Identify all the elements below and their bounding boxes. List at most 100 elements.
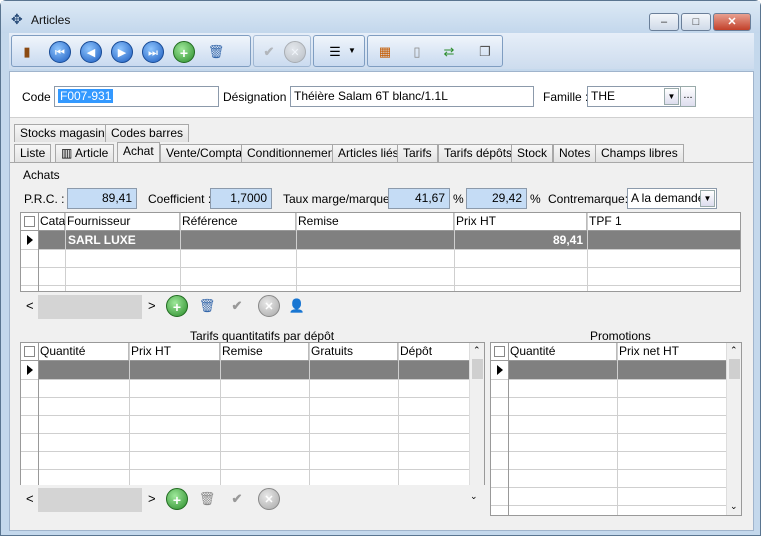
validate-icon[interactable]: ✔	[228, 296, 246, 316]
previous-record-icon[interactable]: ◀	[80, 41, 102, 63]
maximize-button[interactable]: □	[681, 13, 711, 31]
add-icon[interactable]: +	[173, 41, 195, 63]
scroll-up-icon[interactable]: ⌃	[730, 345, 738, 356]
tab-article[interactable]: ▥ Article	[55, 144, 115, 162]
cancel-icon[interactable]: ✕	[258, 488, 280, 510]
nav-scroll-area[interactable]	[38, 488, 142, 512]
column-header[interactable]: Prix HT	[454, 213, 587, 230]
validate-icon[interactable]: ✔	[228, 489, 246, 509]
chevron-down-icon[interactable]: ▼	[664, 88, 679, 105]
chevron-down-icon[interactable]: ▼	[700, 190, 715, 207]
row-indicator-icon	[27, 365, 33, 375]
designation-label: Désignation :	[223, 90, 294, 104]
chevron-down-icon[interactable]: ▼	[348, 46, 356, 55]
taux-marge-field[interactable]: 41,67	[388, 188, 450, 209]
tab-articles-lies[interactable]: Articles liés	[332, 144, 405, 162]
promotions-vertical-scrollbar[interactable]: ⌃ ⌄	[726, 343, 741, 515]
print-toolbar-group: ☰ ▼	[313, 35, 365, 67]
first-record-icon[interactable]: ⏮	[49, 41, 71, 63]
next-record-icon[interactable]: ▶	[111, 41, 133, 63]
column-header[interactable]: TPF 1	[587, 213, 740, 230]
column-header[interactable]: Quantité	[38, 343, 129, 360]
column-header[interactable]: Remise	[220, 343, 309, 360]
coefficient-label: Coefficient :	[148, 192, 212, 206]
nav-prev-arrow[interactable]: <	[26, 491, 34, 506]
nav-prev-arrow[interactable]: <	[26, 298, 34, 313]
supplier-user-icon[interactable]: 👤	[288, 296, 306, 316]
column-header[interactable]: Quantité	[508, 343, 617, 360]
tab-stocks-magasins[interactable]: Stocks magasins	[14, 124, 117, 142]
column-header[interactable]: Référence	[180, 213, 296, 230]
tab-achat[interactable]: Achat	[117, 142, 160, 162]
document-icon[interactable]: ▯	[408, 42, 426, 62]
scroll-thumb[interactable]	[729, 359, 740, 379]
code-label: Code :	[22, 90, 58, 104]
nav-next-arrow[interactable]: >	[148, 298, 156, 313]
close-button[interactable]: ✕	[713, 13, 751, 31]
cancel-icon[interactable]: ✕	[258, 295, 280, 317]
column-header[interactable]: Prix HT	[129, 343, 220, 360]
row-indicator-icon	[497, 365, 503, 375]
add-icon[interactable]: +	[166, 488, 188, 510]
prc-field[interactable]: 89,41	[67, 188, 137, 209]
column-header[interactable]: Remise	[296, 213, 454, 230]
scroll-down-icon[interactable]: ⌄	[730, 501, 738, 512]
delete-icon[interactable]: 🗑	[198, 489, 216, 509]
title-bar: ✥ Articles – □ ✕	[1, 1, 760, 33]
designation-field[interactable]: Théière Salam 6T blanc/1.1L	[290, 86, 534, 107]
nav-next-arrow[interactable]: >	[148, 491, 156, 506]
famille-more-button[interactable]: ...	[680, 86, 696, 107]
scroll-down-icon[interactable]: ⌄	[470, 491, 478, 502]
tab-conditionnement[interactable]: Conditionnement	[241, 144, 344, 162]
select-all-checkbox[interactable]	[24, 216, 35, 227]
tab-stock[interactable]: Stock	[511, 144, 554, 162]
percent-label: %	[453, 192, 464, 206]
tarifs-vertical-scrollbar[interactable]: ⌃	[469, 343, 484, 486]
refresh-icon[interactable]: ⇄	[440, 42, 458, 62]
column-header[interactable]: Fournisseur	[65, 213, 180, 230]
code-field[interactable]: F007-931	[54, 86, 219, 107]
print-menu-icon[interactable]: ☰	[326, 42, 344, 62]
select-all-checkbox[interactable]	[494, 346, 505, 357]
select-all-checkbox[interactable]	[24, 346, 35, 357]
delete-icon[interactable]: 🗑	[207, 42, 225, 62]
tab-divider	[10, 162, 753, 163]
add-icon[interactable]: +	[166, 295, 188, 317]
tab-article-label: Article	[75, 146, 109, 160]
copy-icon[interactable]: ❐	[476, 42, 494, 62]
column-header[interactable]: Cata	[38, 213, 65, 230]
tab-tarifs[interactable]: Tarifs	[397, 144, 438, 162]
delete-icon[interactable]: 🗑	[198, 296, 216, 316]
tab-vente-compta[interactable]: Vente/Compta	[160, 144, 249, 162]
minimize-button[interactable]: –	[649, 13, 679, 31]
tab-notes[interactable]: Notes	[553, 144, 597, 162]
scroll-up-icon[interactable]: ⌃	[473, 345, 481, 356]
suppliers-grid: Cata Fournisseur Référence Remise Prix H…	[20, 212, 741, 292]
articles-window: ✥ Articles – □ ✕ ▮ ⏮ ◀ ▶ ⏭ + 🗑 ✔ ✕ ☰ ▼ ▦…	[0, 0, 761, 536]
cancel-icon[interactable]: ✕	[284, 41, 306, 63]
tarifs-grid-title: Tarifs quantitatifs par dépôt	[190, 329, 335, 343]
taux-marque-field[interactable]: 29,42	[466, 188, 527, 209]
tarifs-navbar: < > + 🗑 ✔ ✕ ⌄	[20, 485, 485, 515]
tab-liste[interactable]: Liste	[14, 144, 52, 162]
exit-door-icon[interactable]: ▮	[18, 42, 36, 62]
stock-icon[interactable]: ▦	[376, 42, 394, 62]
column-header[interactable]: Dépôt	[398, 343, 468, 360]
nav-scroll-area[interactable]	[38, 295, 142, 319]
last-record-icon[interactable]: ⏭	[142, 41, 164, 63]
nav-toolbar-group: ▮ ⏮ ◀ ▶ ⏭ + 🗑	[11, 35, 251, 67]
table-row[interactable]	[38, 231, 740, 249]
validate-icon[interactable]: ✔	[260, 42, 278, 62]
tarifs-grid: Quantité Prix HT Remise Gratuits Dépôt ⌃	[20, 342, 485, 487]
row-indicator-icon	[27, 235, 33, 245]
tab-champs-libres[interactable]: Champs libres	[595, 144, 684, 162]
contremarque-label: Contremarque:	[548, 192, 629, 206]
scroll-thumb[interactable]	[472, 359, 483, 379]
column-header[interactable]: Prix net HT	[617, 343, 726, 360]
table-row[interactable]	[38, 361, 469, 379]
column-header[interactable]: Gratuits	[309, 343, 398, 360]
tab-tarifs-depots[interactable]: Tarifs dépôts	[438, 144, 519, 162]
prix-ht-cell: 89,41	[552, 233, 583, 247]
coefficient-field[interactable]: 1,7000	[210, 188, 272, 209]
tab-codes-barres[interactable]: Codes barres	[105, 124, 190, 142]
